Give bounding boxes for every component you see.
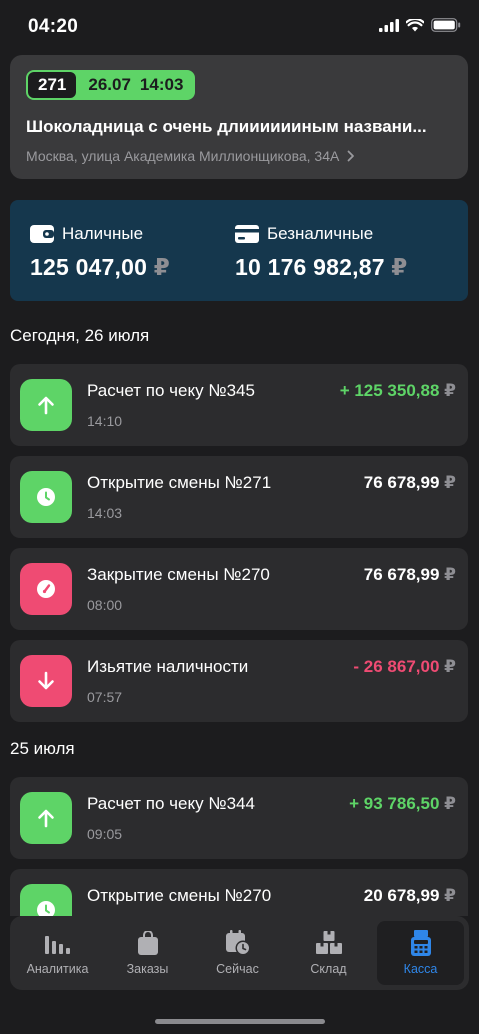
status-bar: 04:20 <box>0 0 479 54</box>
section-title-yesterday: 25 июля <box>10 739 75 758</box>
cash-label: Наличные <box>62 224 144 243</box>
amount-value: + 93 786,50 <box>349 794 440 813</box>
bar-chart-icon <box>44 930 72 956</box>
operation-amount: + 125 350,88 ₽ <box>340 381 456 401</box>
wifi-icon <box>406 18 424 31</box>
cashless-label: Безналичные <box>267 224 374 243</box>
arrow-down-icon <box>20 655 72 707</box>
ruble-sign: ₽ <box>444 886 456 905</box>
amount-value: 76 678,99 <box>363 565 440 584</box>
operation-item[interactable]: Расчет по чеку №345 14:10 + 125 350,88 ₽ <box>10 364 468 446</box>
boxes-icon <box>315 930 343 956</box>
cash-balance: Наличные 125 047,00 ₽ <box>30 224 170 281</box>
operation-time: 09:05 <box>87 826 123 842</box>
clock-icon <box>20 471 72 523</box>
ruble-sign: ₽ <box>444 473 456 492</box>
amount-value: 20 678,99 <box>363 886 440 905</box>
tab-orders[interactable]: Заказы <box>104 921 191 985</box>
ruble-sign: ₽ <box>444 794 456 813</box>
ruble-sign: ₽ <box>444 657 456 676</box>
operation-amount: 20 678,99 ₽ <box>364 886 456 906</box>
tab-now[interactable]: Сейчас <box>194 921 281 985</box>
ruble-sign: ₽ <box>444 565 456 584</box>
tab-label: Склад <box>310 962 347 976</box>
status-time: 04:20 <box>28 16 79 37</box>
clock-icon <box>20 884 72 919</box>
cash-register-icon <box>410 930 431 956</box>
operation-title: Изьятие наличности <box>87 657 249 676</box>
tab-label: Аналитика <box>26 962 89 976</box>
operation-item[interactable]: Расчет по чеку №344 09:05 + 93 786,50 ₽ <box>10 777 468 859</box>
operation-time: 08:00 <box>87 597 123 613</box>
operation-amount: 76 678,99 ₽ <box>364 473 456 493</box>
shift-time: 14:03 <box>139 75 184 94</box>
tab-cashbox[interactable]: Касса <box>377 921 464 985</box>
shop-address-link[interactable]: Москва, улица Академика Миллионщикова, 3… <box>26 148 355 164</box>
balance-card: Наличные 125 047,00 ₽ Безналичные 10 176… <box>10 200 468 301</box>
tab-warehouse[interactable]: Склад <box>285 921 372 985</box>
arrow-up-icon <box>20 379 72 431</box>
operation-amount: + 93 786,50 ₽ <box>349 794 456 814</box>
wallet-icon <box>30 225 54 243</box>
shift-date: 26.07 <box>88 75 131 94</box>
bag-icon <box>137 930 159 956</box>
operation-title: Закрытие смены №270 <box>87 565 270 584</box>
status-icons <box>379 18 461 32</box>
operation-amount: 76 678,99 ₽ <box>364 565 456 585</box>
operation-title: Расчет по чеку №345 <box>87 381 255 400</box>
operation-amount: - 26 867,00 ₽ <box>353 657 456 677</box>
calendar-clock-icon <box>225 930 251 956</box>
shop-address: Москва, улица Академика Миллионщикова, 3… <box>26 148 340 164</box>
cashless-value: 10 176 982,87 <box>235 254 385 280</box>
operation-title: Расчет по чеку №344 <box>87 794 255 813</box>
amount-value: - 26 867,00 <box>353 657 440 676</box>
arrow-up-icon <box>20 792 72 844</box>
amount-value: + 125 350,88 <box>339 381 440 400</box>
operation-item[interactable]: Изьятие наличности 07:57 - 26 867,00 ₽ <box>10 640 468 722</box>
shift-badge: 271 26.07 14:03 <box>26 70 196 100</box>
operation-item[interactable]: Открытие смены №271 14:03 76 678,99 ₽ <box>10 456 468 538</box>
ruble-sign: ₽ <box>153 254 170 280</box>
operation-title: Открытие смены №271 <box>87 473 272 492</box>
credit-card-icon <box>235 225 259 243</box>
section-title-today: Сегодня, 26 июля <box>10 326 150 345</box>
tab-label: Заказы <box>126 962 169 976</box>
shift-number: 271 <box>28 72 77 98</box>
operation-time: 14:10 <box>87 413 123 429</box>
operation-time: 07:57 <box>87 689 123 705</box>
operation-item[interactable]: Закрытие смены №270 08:00 76 678,99 ₽ <box>10 548 468 630</box>
tab-analytics[interactable]: Аналитика <box>14 921 101 985</box>
chevron-right-icon <box>347 150 355 162</box>
home-indicator <box>155 1019 325 1024</box>
operation-item[interactable]: Открытие смены №270 20 678,99 ₽ <box>10 869 468 919</box>
shift-card[interactable]: 271 26.07 14:03 Шоколадница с очень длии… <box>10 55 468 179</box>
cellular-signal-icon <box>379 18 399 32</box>
amount-value: 76 678,99 <box>363 473 440 492</box>
cash-value: 125 047,00 <box>30 254 148 280</box>
gauge-icon <box>20 563 72 615</box>
cashless-balance: Безналичные 10 176 982,87 ₽ <box>235 224 408 281</box>
ruble-sign: ₽ <box>444 381 456 400</box>
battery-icon <box>431 18 461 32</box>
tab-label: Касса <box>403 962 438 976</box>
shop-name: Шоколадница с очень длииииииным названи.… <box>26 117 427 136</box>
ruble-sign: ₽ <box>391 254 408 280</box>
operation-title: Открытие смены №270 <box>87 886 272 905</box>
operation-time: 14:03 <box>87 505 123 521</box>
tab-label: Сейчас <box>216 962 259 976</box>
tab-bar: Аналитика Заказы Сейчас Склад Касса <box>10 916 469 990</box>
